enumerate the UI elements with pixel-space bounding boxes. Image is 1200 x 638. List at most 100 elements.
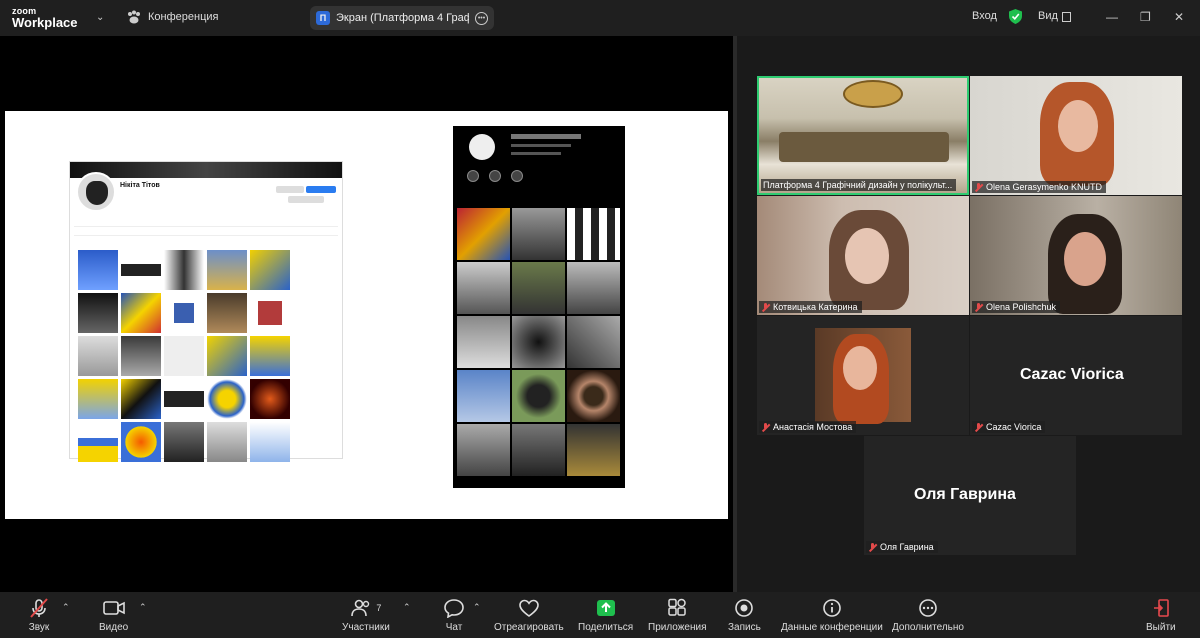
fb-cover [70, 162, 342, 178]
participant-face [1064, 232, 1106, 286]
share-screen-icon [596, 600, 615, 616]
photo-thumb [164, 379, 204, 419]
record-button[interactable]: Запись [728, 596, 761, 633]
participant-tile[interactable]: Olena Polishchuk [970, 196, 1182, 315]
mic-muted-icon [761, 302, 770, 312]
react-button[interactable]: Отреагировать [494, 596, 564, 633]
photo-thumb [207, 336, 247, 376]
ig-highlight [511, 170, 523, 182]
photo-thumb [78, 293, 118, 333]
participant-tile-no-video[interactable]: Cazac Viorica Cazac Viorica [970, 316, 1182, 435]
audio-options-caret-icon[interactable]: ⌃ [62, 602, 70, 613]
participant-name: Котвицька Катерина [759, 301, 862, 313]
chevron-down-icon[interactable]: ⌄ [96, 12, 106, 23]
photo-thumb [250, 379, 290, 419]
fb-button [306, 186, 336, 193]
photo-thumb [207, 293, 247, 333]
hand-print-icon [86, 181, 108, 205]
participants-count: 7 [376, 603, 382, 613]
meeting-info-button[interactable]: Данные конференции [781, 596, 883, 633]
facebook-profile-screenshot: Нікіта Тітов [69, 161, 343, 462]
more-dots-icon [919, 599, 937, 617]
title-bar: zoom Workplace ⌄ Конференция П Экран (Пл… [0, 0, 1200, 36]
participant-tile[interactable]: Котвицька Катерина [757, 196, 969, 315]
photo-thumb [164, 293, 204, 333]
record-icon [735, 599, 754, 617]
ig-header-line [511, 144, 571, 147]
screen-share-pill[interactable]: П Экран (Платформа 4 Графічні ••• [310, 6, 494, 30]
heart-icon [519, 599, 539, 617]
ig-highlight [489, 170, 501, 182]
photo-thumb [250, 250, 290, 290]
app-badge-icon: П [316, 11, 330, 25]
splitter-handle[interactable] [733, 36, 737, 592]
photo-thumb [567, 424, 620, 476]
restore-icon[interactable]: ❐ [1140, 10, 1151, 24]
photo-thumb [164, 250, 204, 290]
share-button[interactable]: Поделиться [578, 596, 633, 633]
photo-thumb [457, 208, 510, 260]
screen-share-title: Экран (Платформа 4 Графічні [336, 12, 469, 24]
audio-button[interactable]: Звук [28, 596, 50, 633]
video-options-caret-icon[interactable]: ⌃ [139, 602, 147, 613]
participant-tile-no-video[interactable]: Оля Гаврина Оля Гаврина [864, 436, 1076, 555]
photo-thumb [457, 424, 510, 476]
zoom-logo: zoom Workplace [12, 6, 78, 29]
leave-label: Выйти [1146, 622, 1176, 633]
fb-profile-header: Нікіта Тітов [70, 172, 342, 226]
mic-muted-icon [30, 598, 48, 618]
chat-button[interactable]: Чат [443, 596, 465, 633]
photo-thumb [121, 422, 161, 462]
fb-profile-name: Нікіта Тітов [120, 182, 160, 189]
participant-tile[interactable]: Olena Gerasymenko KNUTD [970, 76, 1182, 195]
conference-label: Конференция [148, 11, 219, 23]
close-icon[interactable]: ✕ [1174, 10, 1184, 24]
participant-display-name: Cazac Viorica [1020, 366, 1124, 383]
audio-label: Звук [28, 622, 50, 633]
view-menu[interactable]: Вид [1038, 10, 1058, 22]
minimize-icon[interactable]: — [1106, 10, 1118, 24]
photo-thumb [512, 316, 565, 368]
apps-button[interactable]: Приложения [648, 596, 707, 633]
photo-thumb [78, 422, 118, 462]
participant-display-name: Оля Гаврина [914, 486, 1016, 503]
participant-face [843, 346, 877, 390]
participant-video [815, 328, 911, 424]
photo-thumb [207, 250, 247, 290]
ig-header-line [511, 134, 581, 139]
apps-label: Приложения [648, 622, 707, 633]
photo-thumb [457, 316, 510, 368]
participant-name: Olena Gerasymenko KNUTD [972, 181, 1107, 193]
photo-thumb [512, 424, 565, 476]
video-camera-icon [102, 601, 125, 615]
mic-muted-icon [974, 302, 983, 312]
shared-screen[interactable]: Нікіта Тітов [0, 36, 733, 592]
signin-link[interactable]: Вход [972, 10, 997, 22]
chat-options-caret-icon[interactable]: ⌃ [473, 602, 481, 613]
more-options-icon[interactable]: ••• [475, 11, 488, 25]
shield-check-icon[interactable] [1009, 9, 1022, 24]
paw-icon [128, 10, 140, 24]
participant-name: Платформа 4 Графічний дизайн у полікульт… [761, 179, 957, 191]
photo-thumb [121, 250, 161, 290]
participants-options-caret-icon[interactable]: ⌃ [403, 602, 411, 613]
zoom-window: zoom Workplace ⌄ Конференция П Экран (Пл… [0, 0, 1200, 638]
chat-label: Чат [445, 622, 463, 633]
leave-button[interactable]: Выйти [1146, 596, 1176, 633]
photo-thumb [78, 250, 118, 290]
photo-thumb [121, 293, 161, 333]
info-icon [823, 599, 841, 617]
photo-thumb [164, 422, 204, 462]
video-button[interactable]: Видео [99, 596, 128, 633]
fb-button [288, 196, 324, 203]
photo-thumb [78, 379, 118, 419]
participant-tile[interactable]: Анастасія Мостова [757, 316, 969, 435]
apps-icon [668, 598, 686, 616]
share-label: Поделиться [578, 622, 634, 633]
grid-view-icon[interactable] [1062, 12, 1071, 22]
participants-button[interactable]: 7 Участники [342, 596, 390, 633]
conference-menu[interactable]: Конференция [126, 10, 218, 24]
more-button[interactable]: Дополнительно [892, 596, 964, 633]
presentation-slide: Нікіта Тітов [5, 111, 728, 519]
participant-tile-active-speaker[interactable]: Платформа 4 Графічний дизайн у полікульт… [757, 76, 969, 195]
